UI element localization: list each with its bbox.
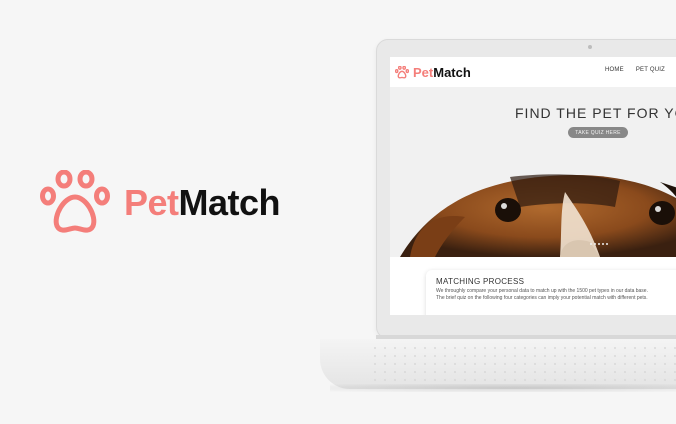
brand-name-match: Match xyxy=(178,182,281,223)
paw-icon xyxy=(40,170,110,233)
carousel-dots[interactable] xyxy=(590,243,608,245)
nav-home[interactable]: HOME xyxy=(605,67,624,73)
site-nav-links: HOME PET QUIZ B xyxy=(605,67,676,73)
matching-process-card: MATCHING PROCESS We throughly compare yo… xyxy=(426,270,676,315)
laptop-screen: PetMatch HOME PET QUIZ B xyxy=(390,57,676,315)
hero-section: FIND THE PET FOR YOU TAKE QUIZ HERE xyxy=(390,87,676,257)
take-quiz-button[interactable]: TAKE QUIZ HERE xyxy=(568,127,628,138)
nav-pet-quiz[interactable]: PET QUIZ xyxy=(636,67,665,73)
laptop-keyboard xyxy=(370,344,676,384)
brand-name-pet: Pet xyxy=(124,182,179,223)
site-navbar: PetMatch HOME PET QUIZ B xyxy=(390,57,676,87)
dog-image xyxy=(400,174,676,257)
card-title: MATCHING PROCESS xyxy=(436,277,525,286)
laptop-camera xyxy=(588,45,592,49)
site-logo-text: PetMatch xyxy=(413,65,471,80)
card-text: We throughly compare your personal data … xyxy=(436,288,648,301)
brand-logo: PetMatch xyxy=(40,170,281,236)
site-logo-match: Match xyxy=(433,64,471,80)
site-logo[interactable]: PetMatch xyxy=(395,65,471,80)
brand-name: PetMatch xyxy=(124,182,281,224)
laptop-shadow xyxy=(330,384,676,392)
hero-title: FIND THE PET FOR YOU xyxy=(515,105,676,121)
site-paw-icon xyxy=(395,65,409,79)
site-logo-pet: Pet xyxy=(413,64,434,80)
